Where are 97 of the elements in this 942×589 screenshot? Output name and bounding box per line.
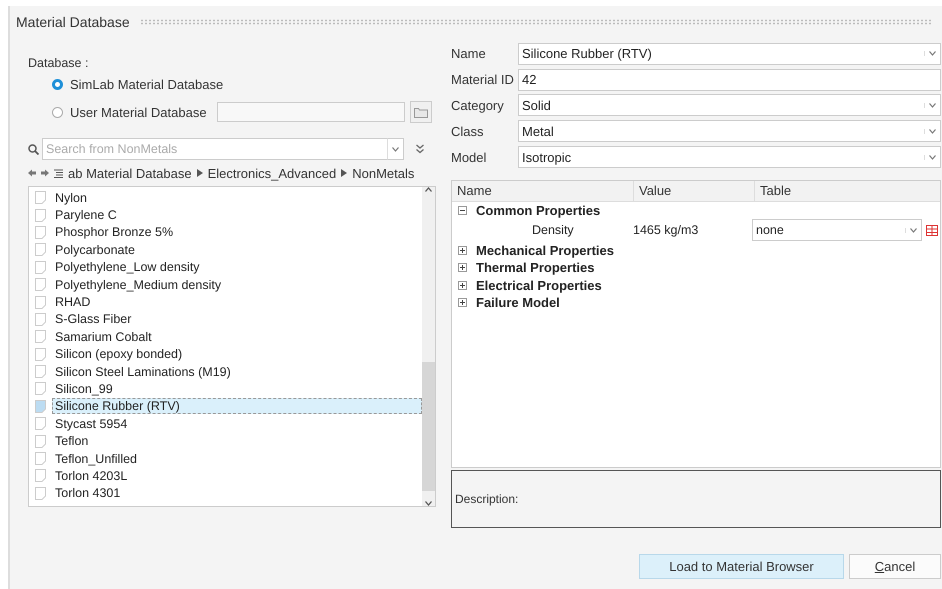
list-item[interactable]: Polycarbonate bbox=[52, 242, 422, 258]
path-field[interactable] bbox=[216, 102, 405, 122]
document-icon bbox=[35, 191, 46, 204]
group-label[interactable]: Mechanical Properties bbox=[476, 242, 614, 258]
database-label: Database : bbox=[28, 56, 90, 70]
list-item[interactable]: S-Glass Fiber bbox=[52, 311, 422, 328]
list-item[interactable]: RHAD bbox=[52, 294, 422, 310]
search-field[interactable]: Search from NonMetals bbox=[42, 138, 387, 160]
list-item[interactable]: Polyethylene_Medium density bbox=[52, 276, 422, 293]
browse-button[interactable] bbox=[410, 101, 432, 123]
document-icon bbox=[35, 486, 46, 500]
document-icon bbox=[35, 417, 46, 430]
document-icon bbox=[35, 365, 46, 378]
forward-arrow-icon[interactable] bbox=[41, 169, 49, 177]
list-item[interactable]: Teflon bbox=[52, 433, 422, 450]
scroll-up-icon[interactable] bbox=[425, 187, 432, 192]
document-icon bbox=[35, 348, 46, 361]
document-icon bbox=[35, 400, 46, 413]
caret-icon[interactable] bbox=[929, 128, 936, 134]
document-icon bbox=[35, 260, 46, 274]
breadcrumb-item[interactable]: Electronics_Advanced bbox=[208, 166, 336, 180]
document-icon bbox=[35, 208, 46, 222]
field-label: Class bbox=[451, 124, 485, 139]
column-header[interactable]: Value bbox=[634, 180, 755, 201]
table-dropdown[interactable]: none bbox=[752, 219, 922, 242]
expand-icon[interactable] bbox=[458, 298, 467, 308]
triangle-icon bbox=[196, 169, 203, 177]
property-value: 1465 kg/m3 bbox=[633, 223, 700, 238]
list-item[interactable]: Stycast 5954 bbox=[52, 416, 422, 432]
list-item[interactable]: Silicon Steel Laminations (M19) bbox=[52, 364, 422, 380]
expand-icon[interactable] bbox=[458, 246, 467, 255]
document-icon bbox=[35, 226, 46, 239]
list-item[interactable]: Torlon 4203L bbox=[52, 468, 422, 484]
caret-icon[interactable] bbox=[929, 154, 936, 160]
input-field[interactable]: 42 bbox=[518, 68, 941, 91]
radio-label[interactable]: SimLab Material Database bbox=[70, 76, 224, 92]
document-icon bbox=[35, 452, 46, 466]
document-icon bbox=[35, 296, 46, 309]
folder-icon bbox=[414, 106, 428, 118]
list-item[interactable]: Silicone Rubber (RTV) bbox=[52, 398, 422, 414]
group-label[interactable]: Common Properties bbox=[476, 203, 600, 218]
list-item[interactable]: Samarium Cobalt bbox=[52, 328, 422, 345]
document-icon bbox=[35, 330, 46, 344]
list-item[interactable]: Silicon (epoxy bonded) bbox=[52, 346, 422, 362]
caret-icon[interactable] bbox=[929, 51, 936, 56]
search-icon bbox=[28, 144, 39, 154]
scroll-thumb[interactable] bbox=[422, 362, 435, 491]
list-item[interactable]: Nylon bbox=[52, 190, 422, 206]
load-button[interactable]: Load to Material Browser bbox=[639, 554, 844, 579]
list-item[interactable]: Parylene C bbox=[52, 207, 422, 224]
back-arrow-icon[interactable] bbox=[28, 169, 36, 177]
document-icon bbox=[35, 382, 46, 396]
list-item[interactable]: Polyethylene_Low density bbox=[52, 259, 422, 276]
dropdown-field[interactable]: Solid bbox=[518, 94, 941, 116]
dropdown-button[interactable] bbox=[387, 138, 404, 160]
triangle-icon bbox=[341, 169, 348, 177]
list-icon[interactable] bbox=[54, 168, 63, 178]
scroll-down-icon[interactable] bbox=[425, 501, 432, 506]
column-header[interactable]: Table bbox=[755, 180, 940, 201]
group-label[interactable]: Thermal Properties bbox=[476, 260, 594, 276]
property-name: Density bbox=[531, 223, 575, 238]
double-chevron-icon[interactable] bbox=[416, 144, 424, 154]
document-icon bbox=[35, 312, 46, 326]
document-icon bbox=[35, 434, 46, 448]
caret-icon[interactable] bbox=[929, 102, 936, 108]
breadcrumb-item[interactable]: ab Material Database bbox=[68, 166, 192, 180]
expand-icon[interactable] bbox=[458, 263, 467, 272]
caret-icon[interactable] bbox=[392, 146, 399, 152]
document-icon bbox=[35, 469, 46, 482]
cancel-button[interactable]: Cancel bbox=[849, 554, 941, 579]
list-item[interactable]: Phosphor Bronze 5% bbox=[52, 224, 422, 240]
window-title: Material Database bbox=[16, 14, 130, 30]
group-label[interactable]: Failure Model bbox=[476, 295, 560, 310]
dropdown-field[interactable]: Isotropic bbox=[518, 146, 941, 168]
list-item[interactable]: Teflon_Unfilled bbox=[52, 450, 422, 467]
caret-icon[interactable] bbox=[910, 228, 917, 233]
radio-button[interactable] bbox=[52, 78, 63, 90]
group-label[interactable]: Electrical Properties bbox=[476, 278, 602, 293]
field-label: Category bbox=[451, 98, 505, 113]
table-icon[interactable] bbox=[926, 224, 938, 236]
radio-label[interactable]: User Material Database bbox=[70, 104, 207, 120]
list-item[interactable]: Torlon 4301 bbox=[52, 485, 422, 502]
radio-button[interactable] bbox=[52, 106, 63, 118]
breadcrumb-item[interactable]: NonMetals bbox=[352, 166, 414, 180]
scrollbar[interactable] bbox=[422, 187, 435, 506]
column-header[interactable]: Name bbox=[452, 180, 634, 201]
field-label: Material ID bbox=[451, 72, 515, 88]
dropdown-field[interactable]: Metal bbox=[518, 120, 941, 142]
field-label: Model bbox=[451, 150, 488, 165]
dropdown-field[interactable]: Silicone Rubber (RTV) bbox=[518, 42, 941, 65]
collapse-icon[interactable] bbox=[458, 206, 467, 216]
description-label: Description: bbox=[455, 492, 518, 506]
field-label: Name bbox=[451, 46, 487, 62]
document-icon bbox=[35, 243, 46, 256]
document-icon bbox=[35, 278, 46, 292]
expand-icon[interactable] bbox=[458, 280, 467, 290]
list-item[interactable]: Silicon_99 bbox=[52, 380, 422, 397]
